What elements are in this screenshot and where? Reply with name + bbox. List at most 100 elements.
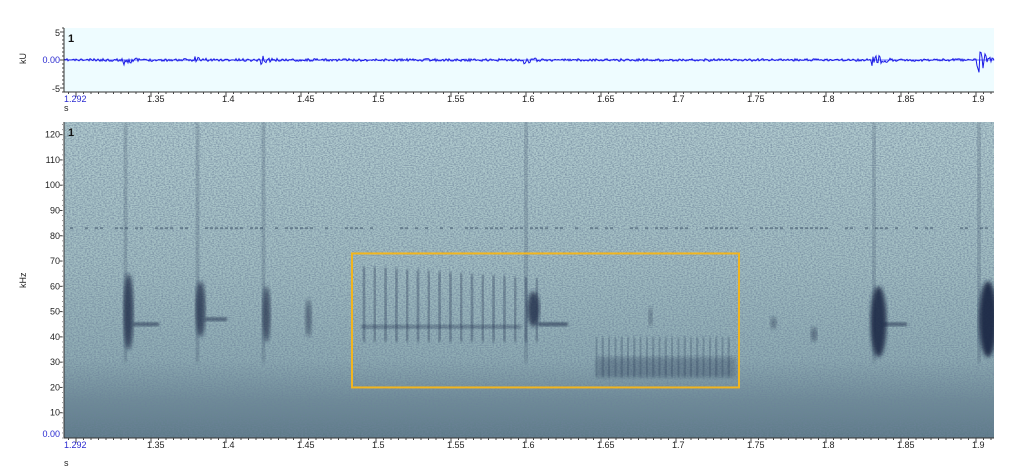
spectrogram-x-tick-label: 1.55: [447, 440, 465, 450]
dotted-band-segment: [345, 227, 348, 230]
dotted-band-segment: [925, 227, 928, 230]
dotted-band-segment: [780, 227, 783, 230]
dotted-band-segment: [685, 227, 688, 230]
dotted-band-segment: [275, 227, 278, 230]
spectrogram-x-tick-label: 1.65: [597, 440, 615, 450]
spectrogram-x-tick-label: 1.7: [672, 440, 685, 450]
dotted-band-segment: [85, 227, 88, 230]
dotted-band-segment: [655, 227, 658, 230]
dotted-band-segment: [825, 227, 828, 230]
call-tail: [133, 322, 159, 327]
call-mark: [525, 277, 527, 342]
spectrogram-x-tick-label: 1.5: [372, 440, 385, 450]
dotted-band-segment: [400, 227, 403, 230]
call-blob: [648, 306, 653, 327]
dotted-band-segment: [235, 227, 238, 230]
dotted-band-segment: [220, 227, 223, 230]
dotted-band-segment: [475, 227, 478, 230]
waveform-x-tick-label: 1.65: [597, 94, 615, 104]
analysis-window: 1 kU 5 0.00 -5 1.292 1.35 1.4 1.45 1.5 1.55 1…: [0, 0, 1024, 468]
waveform-x-tick-label: 1.35: [147, 94, 165, 104]
dotted-band-segment: [535, 227, 538, 230]
dotted-band-segment: [360, 227, 363, 230]
dotted-band-segment: [370, 227, 373, 230]
dotted-band-segment: [880, 227, 883, 230]
dotted-band-segment: [845, 227, 848, 230]
spectrogram-y-tick-label: 80: [50, 231, 60, 241]
spectrogram-x-tick-label: 1.35: [147, 440, 165, 450]
dotted-band-segment: [720, 227, 723, 230]
call-mark: [438, 271, 441, 342]
dotted-band-segment: [815, 227, 818, 230]
dotted-band-segment: [865, 227, 868, 230]
call-mark: [460, 272, 463, 342]
dotted-band-segment: [540, 227, 543, 230]
dotted-band-segment: [665, 227, 668, 230]
waveform-x-tick-labels: 1.35 1.4 1.45 1.5 1.55 1.6 1.65 1.7 1.75 1.8 1.85 1…: [147, 94, 985, 104]
dotted-band-segment: [985, 227, 988, 230]
call-mark: [384, 267, 387, 342]
call-tail: [883, 322, 907, 327]
dotted-band-segment: [255, 227, 258, 230]
dotted-band-segment: [675, 227, 678, 230]
waveform-y-tick-marks: [60, 27, 64, 93]
spectrogram-panel[interactable]: 1 kHz 120 110 100 90 80 70 60 50 40 30 20 10 0.00 1…: [0, 112, 1024, 468]
dotted-band-segment: [660, 227, 663, 230]
dotted-band-segment: [290, 227, 293, 230]
dotted-band-segment: [715, 227, 718, 230]
dotted-band-segment: [850, 227, 853, 230]
dotted-band-segment: [530, 227, 533, 230]
dotted-band-segment: [350, 227, 353, 230]
spectrogram-y-tick-label: 100: [45, 180, 60, 190]
spectrogram-x-tick-label: 1.6: [522, 440, 535, 450]
dotted-band-segment: [115, 227, 118, 230]
dotted-band-segment: [70, 227, 73, 230]
waveform-channel-label: 1: [68, 33, 74, 45]
call-mark: [481, 274, 484, 342]
dotted-band-segment: [775, 227, 778, 230]
dotted-band-segment: [160, 227, 163, 230]
call-blob: [770, 316, 777, 330]
call-mark: [363, 266, 365, 342]
waveform-y-tick-bottom: -5: [52, 84, 60, 94]
spectrogram-x-start-label: 1.292: [64, 440, 87, 450]
call-blob: [195, 281, 206, 337]
call-mark: [514, 276, 517, 342]
call-blob: [870, 286, 887, 358]
waveform-x-tick-label: 1.75: [747, 94, 765, 104]
dotted-band-segment: [170, 227, 173, 230]
call-mark: [449, 272, 452, 342]
dotted-band-segment: [590, 227, 593, 230]
dotted-band-segment: [95, 227, 98, 230]
spectrogram-y-tick-label: 90: [50, 205, 60, 215]
waveform-x-tick-label: 1.9: [972, 94, 985, 104]
dotted-band-segment: [440, 227, 443, 230]
waveform-x-tick-label: 1.8: [822, 94, 835, 104]
dotted-band-segment: [205, 227, 208, 230]
dotted-band-segment: [630, 227, 633, 230]
spectrogram-x-unit: s: [64, 458, 69, 468]
dotted-band-segment: [930, 227, 933, 230]
dotted-band-segment: [215, 227, 218, 230]
waveform-panel[interactable]: 1 kU 5 0.00 -5 1.292 1.35 1.4 1.45 1.5 1.55 1…: [0, 0, 1024, 112]
dotted-band-segment: [240, 227, 243, 230]
dotted-band-segment: [425, 227, 428, 230]
dotted-band-segment: [325, 227, 328, 230]
call-blob: [979, 281, 994, 358]
dotted-band-segment: [735, 227, 738, 230]
dotted-band-segment: [515, 227, 518, 230]
spectrogram-x-tick-labels: 1.35 1.4 1.45 1.5 1.55 1.6 1.65 1.7 1.75 1.8 1.85 1…: [147, 440, 985, 450]
call-mark: [373, 266, 376, 342]
spectrogram-y-tick-label: 10: [50, 408, 60, 418]
dotted-band-segment: [120, 227, 123, 230]
spectrogram-y-axis-title: kHz: [18, 272, 28, 288]
spectrogram-y-tick-label: 120: [45, 130, 60, 140]
dotted-band-segment: [770, 227, 773, 230]
dotted-band-segment: [605, 227, 608, 230]
spectrogram-x-tick-label: 1.75: [747, 440, 765, 450]
dotted-band-segment: [820, 227, 823, 230]
waveform-y-tick-zero: 0.00: [42, 55, 60, 65]
dotted-band-segment: [960, 227, 963, 230]
spectrogram-y-tick-label: 110: [46, 155, 60, 165]
dotted-band-segment: [595, 227, 598, 230]
